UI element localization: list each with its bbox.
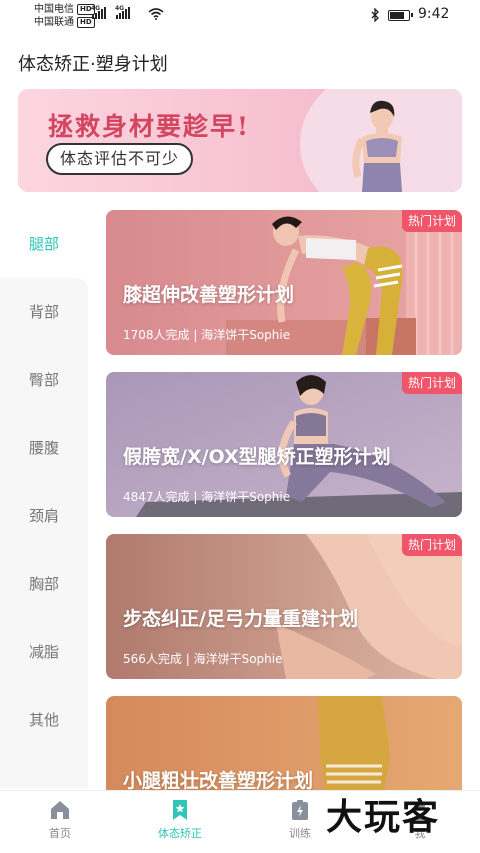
hot-plan-badge: 热门计划 (401, 534, 462, 556)
sidebar-item-neck-shoulder[interactable]: 颈肩 (0, 496, 88, 536)
plan-meta: 566人完成 | 海洋饼干Sophie (123, 652, 283, 666)
banner-headline: 拯救身材要趁早! (48, 112, 250, 141)
sidebar-item-fat-loss[interactable]: 减脂 (0, 632, 88, 672)
home-icon (51, 801, 69, 819)
status-time: 9:42 (418, 6, 450, 22)
sidebar-item-glutes[interactable]: 臀部 (0, 360, 88, 400)
training-icon (292, 800, 308, 820)
signal-indicators: 4G 4G (91, 5, 130, 19)
carrier-2-label: 中国联通 (34, 17, 74, 28)
wifi-icon (148, 8, 164, 20)
signal-icon: 4G (91, 5, 106, 19)
plan-title: 假胯宽/X/OX型腿矫正塑形计划 (123, 446, 391, 468)
nav-posture-correction-label: 体态矫正 (158, 827, 202, 840)
network-type-label: 4G (115, 5, 125, 12)
nav-home-label: 首页 (49, 827, 71, 840)
carrier-1-label: 中国电信 (34, 4, 74, 15)
battery-level (390, 12, 404, 19)
sidebar-item-chest[interactable]: 胸部 (0, 564, 88, 604)
carrier-info: 中国电信 HD 中国联通 HD (34, 3, 95, 29)
nav-posture-correction[interactable]: 体态矫正 (140, 799, 220, 841)
plan-card[interactable]: 热门计划 步态纠正/足弓力量重建计划 566人完成 | 海洋饼干Sophie (106, 534, 462, 679)
plan-card[interactable]: 热门计划 膝超伸改善塑形计划 1708人完成 | 海洋饼干Sophie (106, 210, 462, 355)
signal-icon: 4G (115, 5, 130, 19)
nav-home[interactable]: 首页 (20, 799, 100, 841)
plan-meta: 4847人完成 | 海洋饼干Sophie (123, 490, 291, 504)
bluetooth-icon (371, 8, 379, 22)
banner-subline: 体态评估不可少 (46, 143, 194, 175)
sidebar-item-back[interactable]: 背部 (0, 292, 88, 332)
banner-model-image (352, 100, 402, 192)
status-bar: 中国电信 HD 中国联通 HD 4G 4G 9:42 (0, 0, 480, 34)
hot-plan-badge: 热门计划 (401, 372, 462, 394)
bookmark-star-icon (173, 800, 187, 820)
plan-title: 步态纠正/足弓力量重建计划 (123, 608, 358, 630)
plan-title: 膝超伸改善塑形计划 (123, 284, 295, 306)
plan-meta: 1708人完成 | 海洋饼干Sophie (123, 328, 291, 342)
sidebar-item-waist[interactable]: 腰腹 (0, 428, 88, 468)
plan-title: 小腿粗壮改善塑形计划 (123, 770, 314, 792)
page-title: 体态矫正·塑身计划 (18, 54, 168, 75)
category-sidebar: 腿部 背部 臀部 腰腹 颈肩 胸部 减脂 其他 (0, 210, 88, 800)
sidebar-item-other[interactable]: 其他 (0, 700, 88, 740)
hot-plan-badge: 热门计划 (401, 210, 462, 232)
promo-banner[interactable]: 拯救身材要趁早! 体态评估不可少 (18, 89, 462, 192)
battery-icon (388, 10, 413, 21)
watermark: 大玩客 (326, 797, 441, 838)
sidebar-item-legs[interactable]: 腿部 (0, 224, 88, 264)
plan-card[interactable]: 热门计划 假胯宽/X/OX型腿矫正塑形计划 4847人完成 | 海洋饼干Soph… (106, 372, 462, 517)
network-type-label: 4G (91, 5, 101, 12)
